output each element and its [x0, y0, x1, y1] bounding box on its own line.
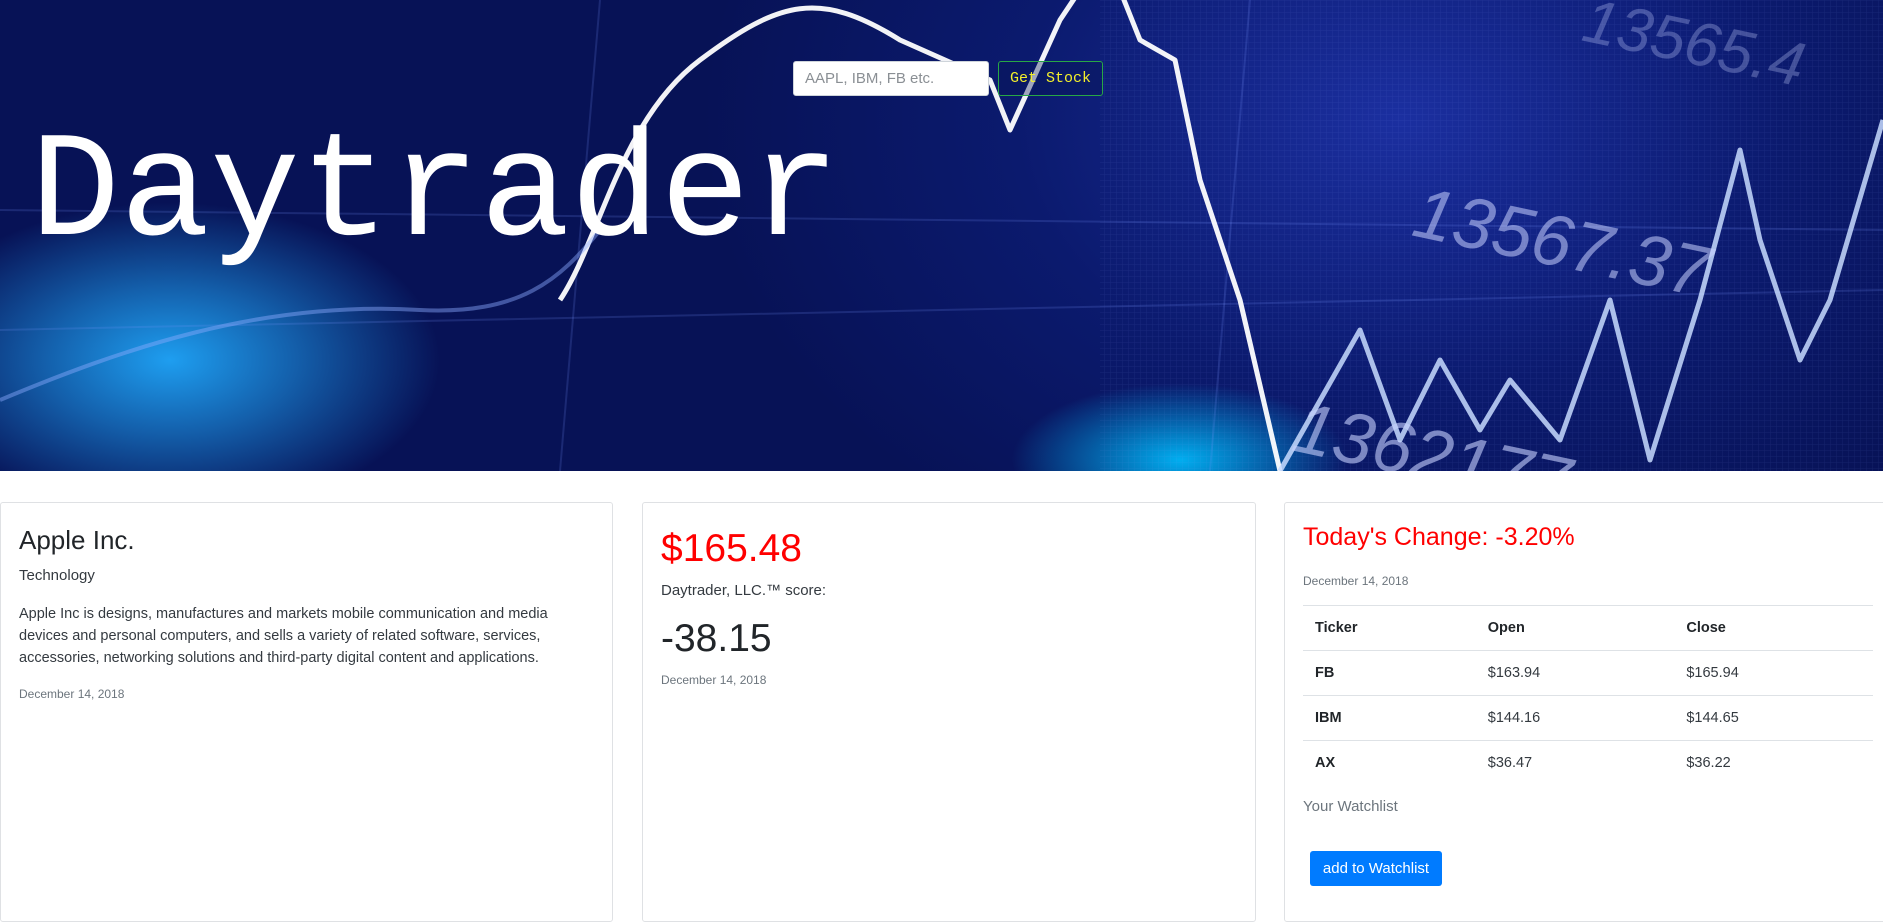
quote-date: December 14, 2018: [661, 673, 767, 687]
open-cell: $144.16: [1475, 695, 1675, 741]
score-value: -38.15: [661, 617, 772, 660]
open-cell: $163.94: [1475, 650, 1675, 696]
add-to-watchlist-button[interactable]: add to Watchlist: [1310, 851, 1442, 886]
column-header-open: Open: [1475, 605, 1675, 651]
brand-title: Daytrader: [30, 110, 841, 280]
hero-banner: 13567.37 1362177 13565.4 Get Stock Daytr…: [0, 0, 1883, 471]
column-header-close: Close: [1674, 605, 1873, 651]
ticker-cell: AX: [1303, 740, 1476, 785]
get-stock-button[interactable]: Get Stock: [998, 61, 1103, 96]
ticker-search-input[interactable]: [793, 61, 989, 96]
close-cell: $144.65: [1674, 695, 1873, 741]
stock-price: $165.48: [661, 527, 802, 570]
table-row: IBM $144.16 $144.65: [1303, 695, 1873, 741]
company-name: Apple Inc.: [19, 525, 135, 555]
table-row: AX $36.47 $36.22: [1303, 740, 1873, 785]
open-cell: $36.47: [1475, 740, 1675, 785]
ticker-cell: FB: [1303, 650, 1476, 696]
todays-change: Today's Change: -3.20%: [1303, 523, 1575, 551]
close-cell: $165.94: [1674, 650, 1873, 696]
score-label: Daytrader, LLC.™ score:: [661, 582, 827, 599]
column-header-ticker: Ticker: [1303, 605, 1476, 651]
table-header-row: Ticker Open Close: [1303, 605, 1873, 651]
quote-card: $165.48 Daytrader, LLC.™ score: -38.15 D…: [642, 502, 1256, 922]
change-date: December 14, 2018: [1303, 574, 1409, 588]
ticker-cell: IBM: [1303, 695, 1476, 741]
company-date: December 14, 2018: [19, 687, 125, 701]
company-card: Apple Inc. Technology Apple Inc is desig…: [0, 502, 613, 922]
watchlist-label: Your Watchlist: [1303, 798, 1398, 815]
table-row: FB $163.94 $165.94: [1303, 650, 1873, 696]
watchlist-card: Today's Change: -3.20% December 14, 2018…: [1284, 502, 1883, 922]
company-sector: Technology: [19, 567, 95, 584]
close-cell: $36.22: [1674, 740, 1873, 785]
company-description: Apple Inc is designs, manufactures and m…: [19, 606, 548, 666]
watchlist-table: Ticker Open Close FB $163.94 $165.94 IBM…: [1303, 605, 1873, 785]
